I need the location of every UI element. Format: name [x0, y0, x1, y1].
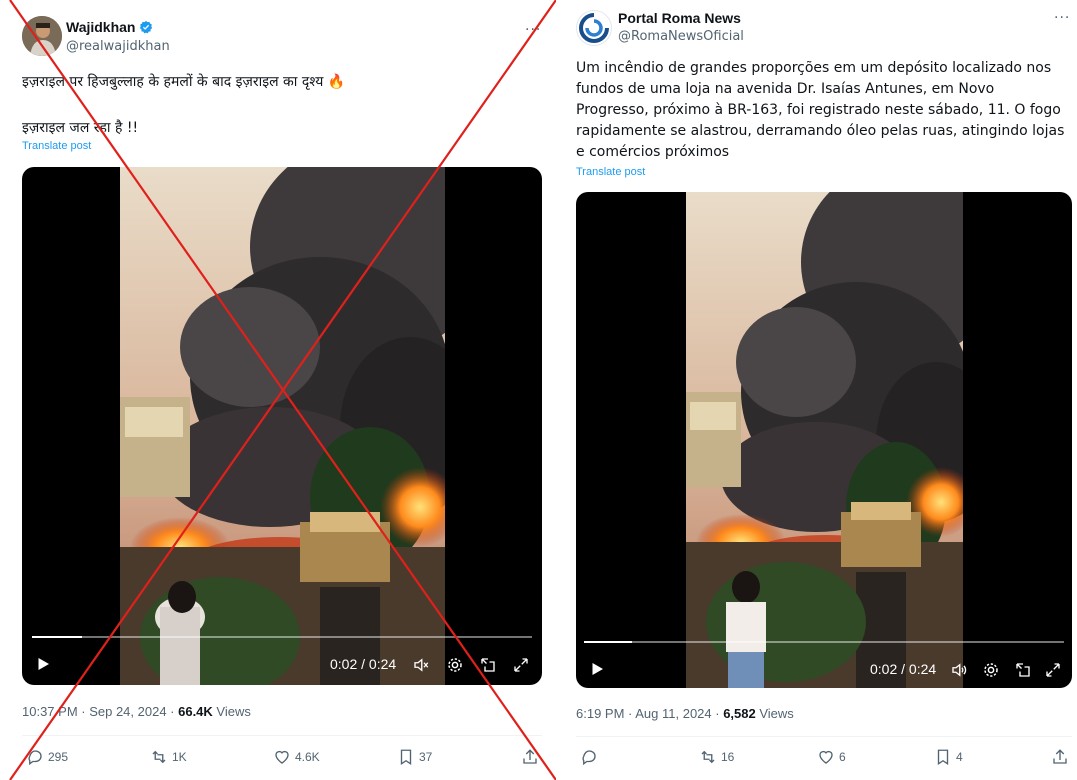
author-avatar[interactable] [22, 16, 62, 56]
right-post: Portal Roma News @RomaNewsOficial ··· Um… [566, 0, 1077, 780]
like-button[interactable]: 6 [817, 748, 846, 766]
panel-divider [558, 0, 564, 780]
settings-gear-icon[interactable] [982, 661, 1000, 679]
video-player[interactable]: 0:02 / 0:24 [576, 192, 1072, 688]
author-handle[interactable]: @RomaNewsOficial [618, 29, 744, 44]
video-time: 0:02 / 0:24 [330, 656, 397, 672]
author-handle[interactable]: @realwajidkhan [66, 39, 170, 54]
mute-icon[interactable] [412, 656, 430, 674]
reply-icon [582, 750, 596, 766]
picture-in-picture-icon[interactable] [479, 656, 497, 674]
share-button[interactable] [1051, 748, 1069, 766]
volume-icon[interactable] [950, 661, 968, 679]
divider [576, 736, 1072, 737]
heart-icon [275, 750, 289, 764]
translate-post-link[interactable]: Translate post [576, 166, 645, 178]
repost-button[interactable]: 16 [699, 748, 734, 766]
play-icon[interactable] [588, 660, 606, 678]
more-options-icon[interactable]: ··· [525, 22, 541, 38]
video-frame [686, 192, 963, 688]
repost-icon [701, 750, 715, 764]
picture-in-picture-icon[interactable] [1014, 661, 1032, 679]
post-text: Um incêndio de grandes proporções em um … [576, 60, 1069, 160]
video-progress-bar[interactable] [584, 641, 1064, 643]
video-frame [120, 167, 445, 685]
play-icon[interactable] [34, 655, 52, 673]
bookmark-button[interactable]: 4 [934, 748, 963, 766]
author-name[interactable]: Portal Roma News [618, 10, 741, 26]
more-options-icon[interactable]: ··· [1054, 10, 1070, 26]
video-progress-fill [32, 636, 82, 638]
avatar-image [22, 16, 62, 56]
video-player[interactable]: 0:02 / 0:24 [22, 167, 542, 685]
fire-scene-image [686, 192, 963, 688]
settings-gear-icon[interactable] [446, 656, 464, 674]
reply-button[interactable] [580, 748, 602, 766]
bookmark-button[interactable]: 37 [397, 748, 432, 766]
reply-icon [28, 750, 42, 766]
share-icon [523, 749, 537, 764]
portal-roma-logo-icon [579, 13, 609, 43]
like-button[interactable]: 4.6K [273, 748, 320, 766]
views-count: 6,582 [723, 706, 756, 721]
reply-button[interactable]: 295 [26, 748, 68, 766]
repost-icon [152, 750, 166, 764]
views-count: 66.4K [178, 704, 213, 719]
video-progress-fill [584, 641, 632, 643]
fullscreen-icon[interactable] [512, 656, 530, 674]
repost-button[interactable]: 1K [150, 748, 187, 766]
heart-icon [819, 750, 833, 764]
bookmark-icon [937, 749, 949, 766]
author-avatar[interactable] [576, 10, 612, 46]
post-text-line-1: इज़राइल पर हिजबुल्लाह के हमलों के बाद इज… [22, 74, 346, 90]
fullscreen-icon[interactable] [1044, 661, 1062, 679]
translate-post-link[interactable]: Translate post [22, 140, 91, 152]
share-icon [1053, 749, 1067, 764]
post-text-line-2: इज़राइल जल रहा है !! [22, 120, 139, 136]
verified-badge-icon [139, 20, 152, 34]
fire-scene-image [120, 167, 445, 685]
post-timestamp[interactable]: 6:19 PM · Aug 11, 2024 · 6,582 Views [576, 706, 794, 721]
left-post: Wajidkhan @realwajidkhan ··· इज़राइल पर … [0, 0, 556, 780]
video-progress-bar[interactable] [32, 636, 532, 638]
video-time: 0:02 / 0:24 [870, 661, 937, 677]
divider [22, 735, 542, 736]
post-timestamp[interactable]: 10:37 PM · Sep 24, 2024 · 66.4K Views [22, 704, 251, 719]
share-button[interactable] [521, 748, 539, 766]
author-name[interactable]: Wajidkhan [66, 19, 153, 35]
bookmark-icon [400, 749, 412, 766]
